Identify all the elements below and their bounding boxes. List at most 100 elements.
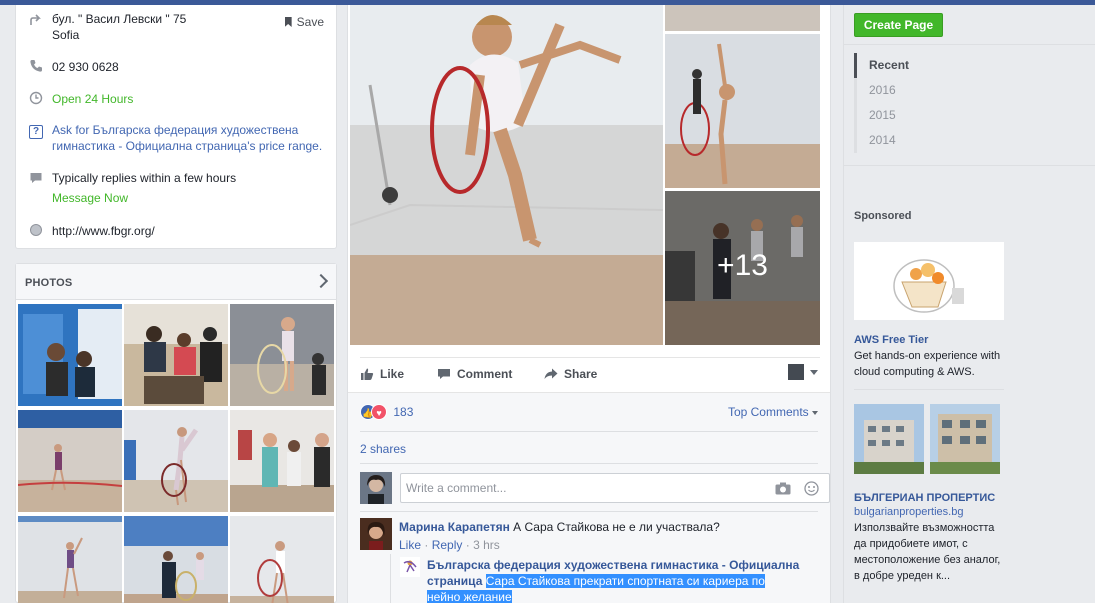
ad-image[interactable] — [854, 242, 1004, 320]
photo-thumbnail[interactable] — [124, 410, 228, 512]
year-filter: Recent 2016 2015 2014 — [854, 53, 1094, 153]
divider — [360, 463, 818, 464]
hours-row: Open 24 Hours — [16, 90, 336, 110]
reply-author-cont[interactable]: страница — [427, 574, 482, 588]
chevron-right-icon[interactable] — [313, 273, 329, 289]
hours[interactable]: Open 24 Hours — [52, 91, 133, 107]
website-link[interactable]: http://www.fbgr.org/ — [52, 223, 155, 239]
page-avatar[interactable] — [400, 557, 420, 577]
ad-text-line: в добре уреден к... — [854, 570, 951, 582]
caret-down-icon — [812, 410, 818, 415]
comment-composer[interactable] — [400, 473, 830, 503]
comment-button[interactable]: Comment — [437, 367, 512, 381]
photo-thumbnail[interactable] — [230, 516, 334, 603]
comment-text: А Сара Стайкова не е ли участвала? — [513, 520, 720, 534]
year-item-2015[interactable]: 2015 — [854, 103, 1094, 128]
comment-sort-dropdown[interactable]: Top Comments — [728, 405, 818, 419]
share-button[interactable]: Share — [544, 367, 597, 381]
more-photos-count: +13 — [717, 249, 768, 282]
photo-thumbnail[interactable] — [18, 516, 122, 603]
price-line-2: гимнастика - Официална страница's price … — [52, 139, 323, 153]
ad-title[interactable]: AWS Free Tier — [854, 334, 928, 346]
reaction-count: 183 — [393, 405, 414, 419]
ad-text-line: cloud computing & AWS. — [854, 366, 975, 378]
response-row: Typically replies within a few hours Mes… — [16, 170, 336, 206]
ad-image[interactable] — [930, 404, 1000, 474]
address-line: бул. " Васил Левски " 75 — [52, 12, 187, 26]
globe-icon — [29, 223, 43, 237]
comment-input[interactable] — [406, 481, 746, 495]
photo-thumbnail[interactable] — [124, 516, 228, 603]
ad-domain[interactable]: bulgarianproperties.bg — [854, 506, 963, 518]
photos-card: PHOTOS — [15, 263, 337, 603]
reply-thread-line — [390, 554, 391, 603]
website-row: http://www.fbgr.org/ — [16, 222, 336, 242]
save-label: Save — [296, 15, 324, 29]
post-photo-tile[interactable] — [665, 5, 820, 31]
right-column: Create Page Recent 2016 2015 2014 Sponso… — [843, 5, 1095, 603]
more-photos-tile[interactable]: +13 — [665, 191, 820, 345]
photo-thumbnail[interactable] — [18, 410, 122, 512]
like-label: Like — [380, 367, 405, 381]
divider — [854, 389, 1004, 390]
ad-title[interactable]: БЪЛГЕРИАН ПРОПЕРТИС — [854, 492, 995, 504]
ad-text: Get hands-on experience with cloud compu… — [854, 348, 1014, 380]
response-info: Typically replies within a few hours Mes… — [52, 170, 236, 206]
separator-dot: · — [424, 538, 429, 552]
separator-dot: · — [465, 538, 470, 552]
comment: Марина Карапетян А Сара Стайкова не е ли… — [399, 519, 720, 535]
comment-timestamp[interactable]: 3 hrs — [473, 538, 500, 552]
year-item-recent[interactable]: Recent — [854, 53, 1094, 78]
reactions-summary[interactable]: 👍 ♥ 183 — [360, 404, 413, 420]
comment-actions: Like · Reply · 3 hrs — [399, 537, 500, 553]
choose-identity-button[interactable] — [787, 364, 818, 380]
camera-icon[interactable] — [775, 482, 791, 495]
post-card: +13 Like Comment Share 👍 ♥ 183 Top Commen… — [347, 5, 831, 603]
photo-thumbnail[interactable] — [230, 410, 334, 512]
share-label: Share — [564, 367, 598, 381]
address[interactable]: бул. " Васил Левски " 75 Sofia — [52, 11, 186, 43]
thumbs-up-icon — [361, 368, 374, 380]
reply-author[interactable]: Българска федерация художествена гимнаст… — [427, 557, 827, 573]
reply: Българска федерация художествена гимнаст… — [427, 557, 827, 603]
photo-thumbnail[interactable] — [230, 304, 334, 406]
comment-like-link[interactable]: Like — [399, 538, 421, 552]
post-main-photo[interactable] — [350, 5, 663, 345]
post-photo-tile[interactable] — [665, 34, 820, 188]
comment-sort-label: Top Comments — [727, 405, 809, 419]
bookmark-icon — [284, 17, 292, 27]
message-now-link[interactable]: Message Now — [52, 190, 236, 206]
save-button[interactable]: Save — [284, 15, 324, 29]
commenter-avatar[interactable] — [360, 518, 392, 550]
comment-reply-link[interactable]: Reply — [432, 538, 463, 552]
comment-label: Comment — [457, 367, 513, 381]
price-range-link[interactable]: Ask for Българска федерация художествена… — [52, 122, 322, 154]
divider — [844, 44, 1095, 45]
year-item-2016[interactable]: 2016 — [854, 78, 1094, 103]
page-info-card: бул. " Васил Левски " 75 Sofia Save 02 9… — [15, 5, 337, 249]
phone-row: 02 930 0628 — [16, 58, 336, 78]
ad-text-line: да придобиете имот, с — [854, 538, 968, 550]
like-button[interactable]: Like — [360, 367, 404, 381]
phone-number[interactable]: 02 930 0628 — [52, 59, 119, 75]
year-item-2014[interactable]: 2014 — [854, 128, 1094, 153]
ad-text-line: местоположение без аналог, — [854, 554, 1001, 566]
photo-thumbnail[interactable] — [18, 304, 122, 406]
ad-image[interactable] — [854, 404, 924, 474]
photo-thumbnail[interactable] — [124, 304, 228, 406]
photos-header[interactable]: PHOTOS — [16, 264, 336, 300]
comment-author[interactable]: Марина Карапетян — [399, 520, 510, 534]
caret-down-icon — [810, 369, 818, 375]
divider — [844, 165, 1095, 166]
shares-link[interactable]: 2 shares — [360, 442, 406, 456]
post-action-bar: Like Comment Share — [360, 357, 820, 391]
emoji-icon[interactable] — [804, 481, 819, 496]
city: Sofia — [52, 28, 80, 42]
love-reaction-icon: ♥ — [371, 404, 387, 420]
create-page-button[interactable]: Create Page — [854, 13, 943, 37]
user-avatar[interactable] — [360, 472, 392, 504]
divider — [360, 511, 818, 512]
address-row: бул. " Васил Левски " 75 Sofia Save — [16, 9, 336, 45]
phone-icon — [29, 59, 43, 73]
reply-text: Сара Стайкова прекрати спортната си кари… — [485, 574, 765, 588]
